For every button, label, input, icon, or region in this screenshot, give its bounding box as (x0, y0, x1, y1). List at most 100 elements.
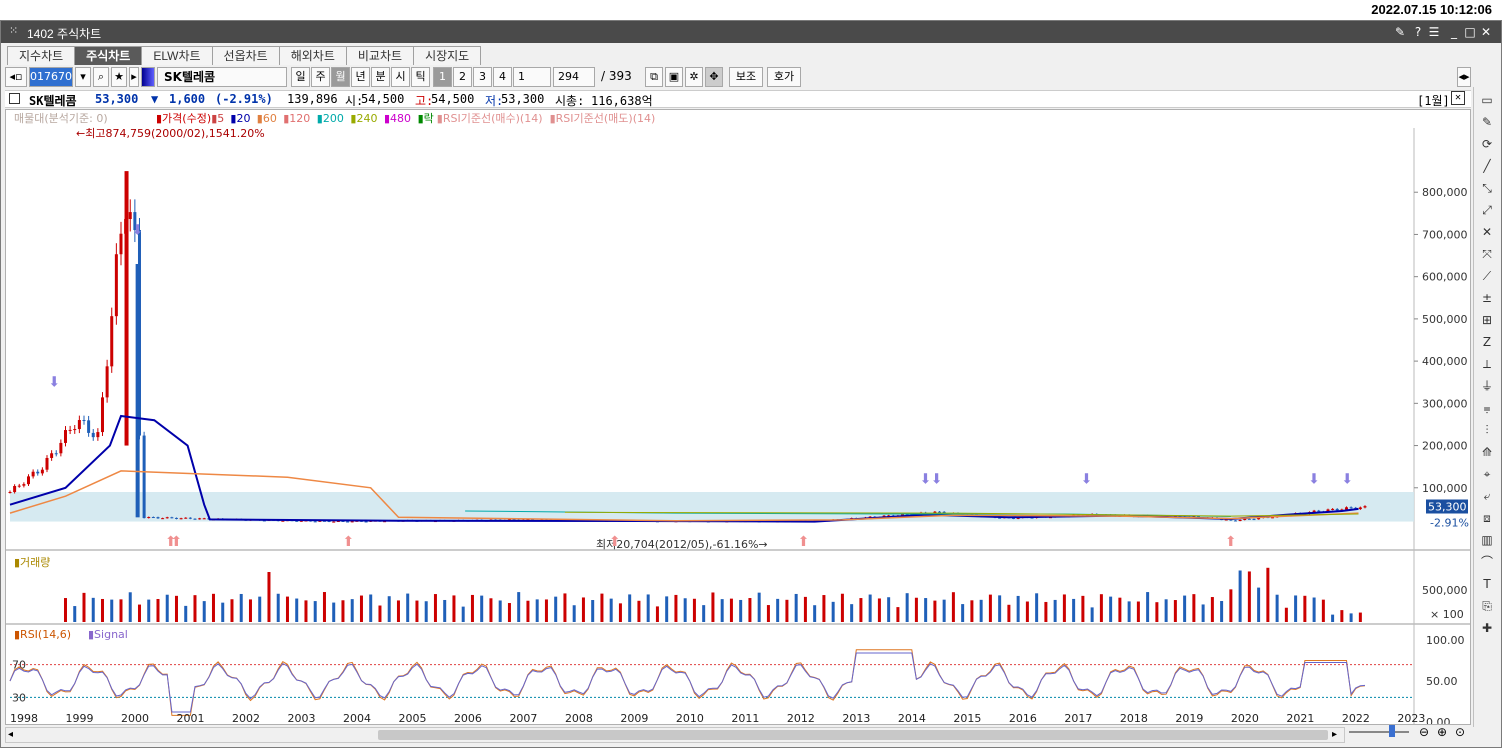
chart-svg[interactable]: 100,000 200,000 300,000 400,000 500,000 600,0… (6, 110, 1470, 724)
chart-area[interactable]: 100,000 200,000 300,000 400,000 500,000 600,0… (5, 109, 1471, 725)
volume-bar (359, 595, 363, 622)
tab-0[interactable]: 지수차트 (7, 46, 76, 65)
tab-3[interactable]: 선옵차트 (211, 46, 280, 65)
drawing-tool-17-icon[interactable]: ⌖ (1478, 465, 1496, 483)
total-count: / 393 (601, 69, 632, 83)
volume-bar (1220, 600, 1224, 622)
tab-6[interactable]: 시장지도 (413, 46, 482, 65)
drawing-tool-18-icon[interactable]: ⤶ (1478, 487, 1496, 505)
code-dropdown-icon[interactable]: ▾ (75, 67, 91, 87)
zoom-in-icon[interactable]: ⊕ (1437, 725, 1447, 739)
window-menu-icon[interactable]: ⁙ (9, 24, 18, 37)
maximize-icon[interactable]: □ (1463, 24, 1477, 40)
drawing-tool-16-icon[interactable]: ⟰ (1478, 443, 1496, 461)
period-button-3[interactable]: 년 (351, 67, 370, 87)
minimize-icon[interactable]: _ (1447, 24, 1461, 40)
scroll-thumb[interactable] (378, 730, 1328, 740)
period-button-0[interactable]: 일 (291, 67, 310, 87)
drawing-tool-6-icon[interactable]: ✕ (1478, 223, 1496, 241)
period-button-5[interactable]: 시 (391, 67, 410, 87)
drawing-tool-3-icon[interactable]: ╱ (1478, 157, 1496, 175)
year-tick-19: 2017 (1064, 712, 1092, 724)
move-icon[interactable]: ✥ (705, 67, 723, 87)
drawing-tool-1-icon[interactable]: ✎ (1478, 113, 1496, 131)
candle (147, 517, 151, 519)
drawing-tool-10-icon[interactable]: ⊞ (1478, 311, 1496, 329)
scroll-left-icon[interactable]: ◂ (8, 729, 13, 740)
drawing-tool-8-icon[interactable]: ⟋ (1478, 267, 1496, 285)
stock-name-field[interactable]: SK텔레콤 (157, 67, 287, 87)
candle (82, 420, 86, 422)
panel-toggle-icon[interactable]: ◂▸ (1457, 67, 1471, 87)
code-input[interactable]: 017670 (29, 67, 73, 87)
zoom-slider[interactable] (1349, 731, 1409, 737)
count-input[interactable]: 294 (553, 67, 595, 87)
candle (50, 453, 54, 458)
zoom-slider-handle[interactable] (1389, 725, 1395, 737)
candle (54, 453, 58, 455)
zoom-reset-icon[interactable]: ⊙ (1455, 725, 1465, 739)
drawing-tool-7-icon[interactable]: ⤧ (1478, 245, 1496, 263)
volume-bar (877, 598, 881, 622)
list-icon[interactable]: ☰ (1427, 24, 1441, 40)
multiplier-input[interactable]: 1 (513, 67, 551, 87)
drawing-tool-4-icon[interactable]: ⤡ (1478, 179, 1496, 197)
drawing-tool-23-icon[interactable]: ⎘ (1478, 597, 1496, 615)
legend-profile: 매물대(분석기준: 0) (14, 112, 108, 125)
drawing-tool-19-icon[interactable]: ⧈ (1478, 509, 1496, 527)
close-icon[interactable]: ✕ (1479, 24, 1493, 40)
candle (31, 471, 35, 477)
drawing-tool-21-icon[interactable]: ⌒ (1478, 553, 1496, 571)
select-checkbox[interactable] (9, 93, 20, 104)
tab-2[interactable]: ELW차트 (141, 46, 213, 65)
favorite-icon[interactable]: ★ (111, 67, 127, 87)
volume-bar (322, 592, 326, 622)
settings-icon[interactable]: ✲ (685, 67, 703, 87)
prev-code-button[interactable]: ◂▫ (5, 67, 27, 87)
next-icon[interactable]: ▸ (129, 67, 139, 87)
period-button-1[interactable]: 주 (311, 67, 330, 87)
drawing-tool-9-icon[interactable]: ± (1478, 289, 1496, 307)
scroll-right-icon[interactable]: ▸ (1332, 729, 1337, 740)
period-button-6[interactable]: 틱 (411, 67, 430, 87)
zoom-out-icon[interactable]: ⊖ (1419, 725, 1429, 739)
volume-bar (776, 598, 780, 622)
drawing-tool-15-icon[interactable]: ⫶ (1478, 421, 1496, 439)
year-tick-10: 2008 (565, 712, 593, 724)
crash-candle (135, 264, 140, 518)
rsi-tick-1: 50.00 (1426, 675, 1458, 688)
close-info-icon[interactable]: ✕ (1451, 91, 1465, 105)
period-button-4[interactable]: 분 (371, 67, 390, 87)
tab-4[interactable]: 해외차트 (278, 46, 347, 65)
tab-1[interactable]: 주식차트 (74, 46, 143, 65)
drawing-tool-12-icon[interactable]: ⟂ (1478, 355, 1496, 373)
drawing-tool-2-icon[interactable]: ⟳ (1478, 135, 1496, 153)
period-button-2[interactable]: 월 (331, 67, 350, 87)
drawing-tool-5-icon[interactable]: ⤢ (1478, 201, 1496, 219)
aux-button[interactable]: 보조 (729, 67, 763, 87)
help-icon[interactable]: ? (1411, 24, 1425, 40)
volume-profile-zone (10, 492, 1414, 522)
tab-5[interactable]: 비교차트 (345, 46, 415, 65)
volume-bar (692, 598, 696, 622)
multiplier-button-1[interactable]: 2 (453, 67, 472, 87)
drawing-tool-13-icon[interactable]: ⏚ (1478, 377, 1496, 395)
save-icon[interactable]: ▣ (665, 67, 683, 87)
quote-button[interactable]: 호가 (767, 67, 801, 87)
drawing-tool-11-icon[interactable]: Z (1478, 333, 1496, 351)
search-icon[interactable]: ⌕ (93, 67, 109, 87)
multiplier-button-3[interactable]: 4 (493, 67, 512, 87)
drawing-tool-0-icon[interactable]: ▭ (1478, 91, 1496, 109)
multiplier-button-2[interactable]: 3 (473, 67, 492, 87)
candle (17, 485, 21, 487)
volume-bar (618, 603, 622, 622)
drawing-tool-22-icon[interactable]: T (1478, 575, 1496, 593)
multiplier-button-0[interactable]: 1 (433, 67, 452, 87)
add-window-icon[interactable]: ⧉ (645, 67, 663, 87)
pin-icon[interactable]: ✎ (1393, 24, 1407, 40)
horizontal-scrollbar[interactable]: ◂ ▸ (5, 727, 1345, 743)
drawing-tool-14-icon[interactable]: ⩦ (1478, 399, 1496, 417)
drawing-tool-24-icon[interactable]: ✚ (1478, 619, 1496, 637)
drawing-tool-20-icon[interactable]: ▥ (1478, 531, 1496, 549)
rsi-legend: ▮RSI(14,6) (14, 628, 71, 641)
